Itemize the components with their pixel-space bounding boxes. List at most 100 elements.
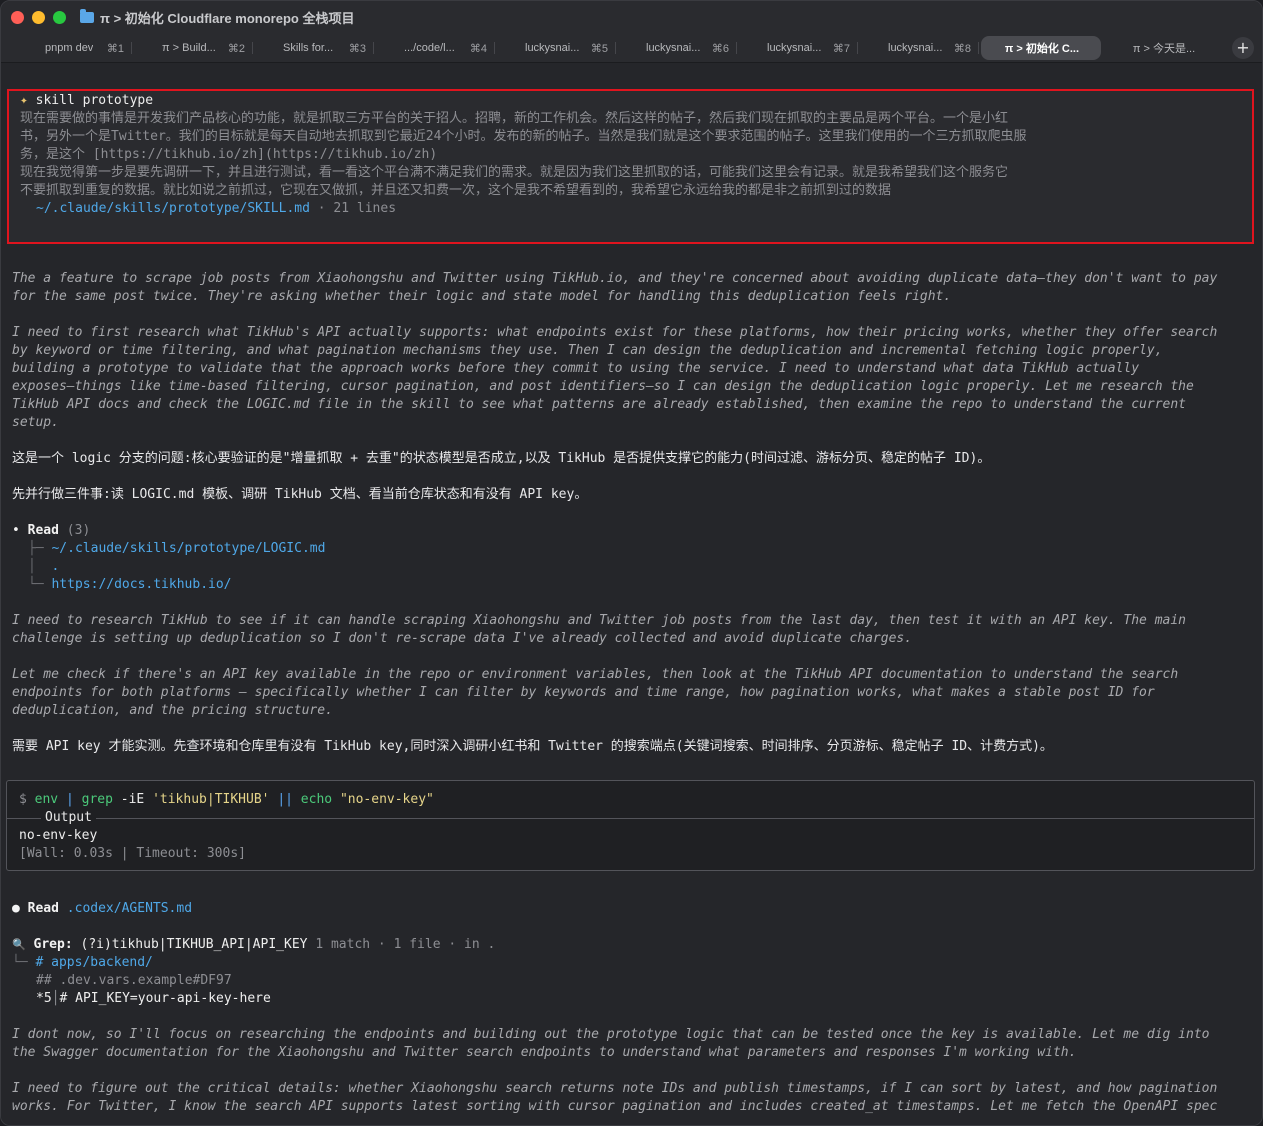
read-file-link[interactable]: .codex/AGENTS.md: [67, 901, 192, 916]
tab-label: π > Build...: [162, 42, 216, 54]
skill-text-line: 书，另外一个是Twitter。我们的目标就是每天自动地去抓取到它最近24个小时。…: [20, 129, 1027, 144]
cmd-or: ||: [277, 792, 293, 807]
tab-label: luckysnai...: [646, 42, 701, 54]
read-tool-item-link[interactable]: https://docs.tikhub.io/: [51, 577, 231, 592]
bash-command-line[interactable]: $ env | grep -iE 'tikhub|TIKHUB' || echo…: [19, 791, 434, 809]
thinking-text: the Swagger documentation for the Xiaoho…: [12, 1045, 1077, 1060]
output-divider: [7, 818, 1254, 819]
skill-file-meta: · 21 lines: [309, 201, 397, 216]
read-tool-item: ├─ ~/.claude/skills/prototype/LOGIC.md: [28, 540, 325, 558]
grep-line-text: # API_KEY=your-api-key-here: [59, 991, 271, 1006]
thinking-text: endpoints for both platforms — specifica…: [12, 685, 1155, 700]
tab-label: luckysnai...: [767, 42, 822, 54]
read-tool-label: Read: [27, 523, 59, 538]
bullet-icon: ●: [12, 901, 20, 916]
skill-text-line: 现在需要做的事情是开发我们产品核心的功能，就是抓取三方平台的关于招人。招聘，新的…: [20, 111, 1009, 126]
tab-2[interactable]: π > Build... ⌘2: [132, 36, 253, 60]
tab-shortcut: ⌘4: [469, 42, 487, 55]
tab-shortcut: ⌘7: [832, 42, 850, 55]
skill-file-link[interactable]: ~/.claude/skills/prototype/SKILL.md: [36, 201, 310, 216]
tab-shortcut: ⌘2: [227, 42, 245, 55]
grep-pattern: (?i)tikhub|TIKHUB_API|API_KEY: [80, 937, 308, 952]
maximize-window-button[interactable]: [53, 10, 66, 24]
window-title: π > 初始化 Cloudflare monorepo 全栈项目: [100, 10, 355, 26]
tab-10[interactable]: π > 今天是...: [1103, 36, 1223, 60]
thinking-text: I dont now, so I'll focus on researching…: [12, 1027, 1210, 1042]
terminal-output[interactable]: ✦ skill prototype 现在需要做的事情是开发我们产品核心的功能，就…: [1, 64, 1262, 1125]
tab-1[interactable]: pnpm dev ⌘1: [11, 36, 132, 60]
read-tool-label: Read: [27, 901, 59, 916]
thinking-text: works. For Twitter, I know the search AP…: [12, 1099, 1218, 1114]
tab-shortcut: ⌘3: [348, 42, 366, 55]
shell-prompt: $: [19, 792, 27, 807]
thinking-text: challenge is setting up deduplication so…: [12, 631, 913, 646]
thinking-text: TikHub API docs and check the LOGIC.md f…: [12, 397, 1186, 412]
tab-5[interactable]: luckysnai... ⌘5: [495, 36, 616, 60]
new-tab-button[interactable]: +: [1232, 37, 1254, 59]
assistant-message: 需要 API key 才能实测。先查环境和仓库里有没有 TikHub key,同…: [12, 739, 1053, 754]
read-tool-count: (3): [66, 523, 91, 538]
bash-command-block: $ env | grep -iE 'tikhub|TIKHUB' || echo…: [6, 780, 1255, 871]
skill-file-ref: ~/.claude/skills/prototype/SKILL.md · 21…: [36, 200, 396, 218]
skill-text-line: 务，是这个 [https://tikhub.io/zh](https://tik…: [20, 147, 438, 162]
tab-shortcut: ⌘6: [711, 42, 729, 55]
read-tool-header: • Read (3): [12, 522, 90, 540]
close-window-button[interactable]: [11, 10, 24, 24]
thinking-text: by keyword or time filtering, and what p…: [12, 343, 1163, 358]
thinking-text: for the same post twice. They're asking …: [12, 289, 952, 304]
cmd-pattern: 'tikhub|TIKHUB': [152, 792, 270, 807]
tab-6[interactable]: luckysnai... ⌘6: [616, 36, 737, 60]
thinking-text: Let me check if there's an API key avail…: [12, 667, 1179, 682]
tab-bar: pnpm dev ⌘1 π > Build... ⌘2 Skills for..…: [1, 33, 1262, 63]
tab-label: π > 初始化 C...: [1004, 43, 1080, 55]
cmd-echo: echo: [300, 792, 333, 807]
grep-meta: 1 match · 1 file · in .: [315, 937, 496, 952]
thinking-text: I need to figure out the critical detail…: [12, 1081, 1218, 1096]
skill-prompt-box: ✦ skill prototype 现在需要做的事情是开发我们产品核心的功能，就…: [7, 89, 1254, 244]
title-bar: π > 初始化 Cloudflare monorepo 全栈项目: [1, 1, 1262, 33]
thinking-text: I need to first research what TikHub's A…: [12, 325, 1218, 340]
tab-3[interactable]: Skills for... ⌘3: [253, 36, 374, 60]
thinking-text: exposes—things like time-based filtering…: [12, 379, 1194, 394]
tab-shortcut: ⌘8: [953, 42, 971, 55]
tab-7[interactable]: luckysnai... ⌘7: [737, 36, 858, 60]
grep-label: Grep:: [33, 937, 73, 952]
cmd-env: env: [34, 792, 59, 807]
skill-header: ✦ skill prototype: [20, 92, 153, 110]
sparkle-icon: ✦: [20, 93, 28, 108]
thinking-text: deduplication, and the pricing structure…: [12, 703, 333, 718]
terminal-window: π > 初始化 Cloudflare monorepo 全栈项目 pnpm de…: [0, 0, 1263, 1126]
tab-label: .../code/l...: [404, 42, 455, 54]
search-icon: 🔍: [12, 938, 26, 951]
thinking-text: I need to research TikHub to see if it c…: [12, 613, 1186, 628]
cmd-flags: -iE: [120, 792, 145, 807]
tab-shortcut: ⌘1: [106, 42, 124, 55]
bullet-icon: •: [12, 523, 20, 538]
tab-divider: [978, 42, 979, 54]
thinking-text: building a prototype to validate that th…: [12, 361, 1140, 376]
grep-result: └─ # apps/backend/: [12, 954, 153, 972]
cmd-pipe: |: [65, 792, 74, 807]
tree-branch: ├─: [28, 541, 44, 556]
thinking-text: The a feature to scrape job posts from X…: [12, 271, 1218, 286]
window-title-wrap: π > 初始化 Cloudflare monorepo 全栈项目: [80, 8, 354, 27]
cmd-echo-arg: "no-env-key": [339, 792, 434, 807]
tree-branch: └─: [12, 955, 28, 970]
read-tool-item: └─ https://docs.tikhub.io/: [28, 576, 232, 594]
tab-label: π > 今天是...: [1132, 43, 1196, 55]
read-tool-item-link[interactable]: ~/.claude/skills/prototype/LOGIC.md: [51, 541, 325, 556]
tab-8[interactable]: luckysnai... ⌘8: [858, 36, 979, 60]
read-tool-item: ├─ .: [28, 558, 59, 576]
tab-9-active[interactable]: π > 初始化 C...: [981, 36, 1101, 60]
skill-text-line: 不要抓取到重复的数据。就比如说之前抓过，它现在又做抓，并且还又扣费一次，这个是我…: [20, 183, 892, 198]
minimize-window-button[interactable]: [32, 10, 45, 24]
tree-branch: └─: [28, 577, 44, 592]
tab-4[interactable]: .../code/l... ⌘4: [374, 36, 495, 60]
skill-title: skill prototype: [35, 93, 154, 108]
read-tool-item-link[interactable]: .: [51, 559, 59, 574]
grep-result-path[interactable]: # apps/backend/: [35, 955, 152, 970]
window-controls: [11, 10, 66, 24]
grep-tool-header: 🔍 Grep: (?i)tikhub|TIKHUB_API|API_KEY 1 …: [12, 936, 495, 954]
tab-shortcut: ⌘5: [590, 42, 608, 55]
command-output: no-env-key: [19, 828, 98, 843]
